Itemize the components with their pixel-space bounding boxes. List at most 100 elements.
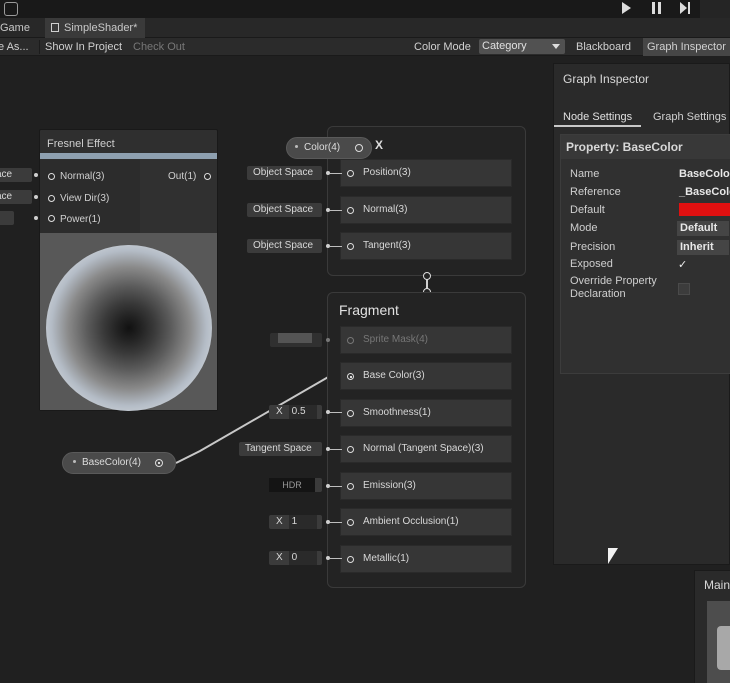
- port-connected-dot: [158, 462, 160, 464]
- metallic-value-input[interactable]: X0: [269, 551, 322, 565]
- x-prefix: X: [276, 552, 283, 563]
- block-position[interactable]: Position(3): [340, 159, 512, 187]
- power-value-input[interactable]: [0, 211, 14, 225]
- block-smoothness[interactable]: Smoothness(1): [340, 399, 512, 427]
- input-port[interactable]: [347, 446, 354, 453]
- normal-tangent-space-input[interactable]: Tangent Space: [239, 442, 322, 456]
- main-preview-panel: Main: [694, 570, 730, 683]
- connector-wire: [330, 412, 342, 413]
- input-port[interactable]: [347, 483, 354, 490]
- block-base-color[interactable]: Base Color(3): [340, 362, 512, 390]
- out-output-label: Out(1): [168, 171, 197, 182]
- power-input-port[interactable]: [48, 215, 55, 222]
- override-declaration-checkbox[interactable]: [678, 283, 690, 295]
- block-metallic[interactable]: Metallic(1): [340, 545, 512, 573]
- connector-dot: [34, 173, 38, 177]
- block-normal-tangent[interactable]: Normal (Tangent Space)(3): [340, 435, 512, 463]
- block-label: Normal(3): [363, 204, 408, 215]
- connector-wire: [330, 246, 342, 247]
- tangent-space-input[interactable]: Object Space: [247, 239, 322, 253]
- block-label: Normal (Tangent Space)(3): [363, 443, 484, 454]
- default-label: Default: [570, 204, 605, 216]
- mode-label: Mode: [570, 222, 598, 234]
- main-preview-viewport[interactable]: [707, 601, 730, 683]
- block-label: Base Color(3): [363, 370, 425, 381]
- hdr-swatch: HDR: [269, 478, 315, 492]
- reference-label: Reference: [570, 186, 621, 198]
- connector-wire: [330, 210, 342, 211]
- input-port[interactable]: [347, 337, 354, 344]
- block-ambient-occlusion[interactable]: Ambient Occlusion(1): [340, 508, 512, 536]
- ambient-occlusion-value-input[interactable]: X1: [269, 515, 322, 529]
- smoothness-value-input[interactable]: X 0.5: [269, 405, 322, 419]
- connector-dot: [34, 216, 38, 220]
- input-port[interactable]: [347, 207, 354, 214]
- viewdir-input-label: View Dir(3): [60, 193, 110, 204]
- pill-output-port[interactable]: [355, 144, 363, 152]
- fragment-context-title: Fragment: [339, 302, 399, 318]
- pill-dot-icon: [73, 460, 76, 463]
- name-field[interactable]: BaseColo: [679, 168, 730, 180]
- input-port[interactable]: [347, 519, 354, 526]
- viewdir-input-port[interactable]: [48, 195, 55, 202]
- block-label: Emission(3): [363, 480, 416, 491]
- exposed-checkbox[interactable]: ✓: [678, 258, 687, 271]
- default-color-field[interactable]: [679, 203, 730, 216]
- block-normal[interactable]: Normal(3): [340, 196, 512, 224]
- input-value: 0: [288, 551, 317, 565]
- mouse-cursor-icon: [608, 548, 618, 564]
- block-tangent[interactable]: Tangent(3): [340, 232, 512, 260]
- reference-field[interactable]: _BaseColo: [679, 186, 730, 198]
- x-prefix: X: [276, 406, 283, 417]
- power-input-label: Power(1): [60, 214, 101, 225]
- input-port[interactable]: [347, 410, 354, 417]
- pill-dot-icon: [295, 145, 298, 148]
- block-label: Smoothness(1): [363, 407, 431, 418]
- block-label: Metallic(1): [363, 553, 410, 564]
- input-port[interactable]: [347, 556, 354, 563]
- normal-space-input[interactable]: Object Space: [247, 203, 322, 217]
- block-label: Ambient Occlusion(1): [363, 516, 459, 527]
- mode-dropdown[interactable]: Default: [677, 221, 729, 236]
- preview-object: [717, 626, 730, 670]
- out-output-port[interactable]: [204, 173, 211, 180]
- pill-label: Color(4): [304, 142, 341, 153]
- connector-wire: [330, 558, 342, 559]
- precision-dropdown[interactable]: Inherit: [677, 240, 729, 255]
- viewdir-space-input[interactable]: ace: [0, 190, 32, 204]
- exposed-label: Exposed: [570, 258, 613, 270]
- stack-connector-port[interactable]: [423, 272, 431, 280]
- tab-graph-settings[interactable]: Graph Settings: [653, 111, 726, 123]
- block-label: Tangent(3): [363, 240, 411, 251]
- precision-label: Precision: [570, 241, 616, 253]
- node-title: Fresnel Effect: [47, 138, 115, 150]
- fresnel-effect-node[interactable]: Fresnel Effect Normal(3) View Dir(3) Pow…: [39, 129, 218, 411]
- vertex-context-title: X: [375, 138, 384, 152]
- input-value: 0.5: [288, 405, 317, 419]
- basecolor-property-pill[interactable]: BaseColor(4): [62, 452, 176, 474]
- main-preview-title: Main: [704, 578, 730, 592]
- color-swatch: [278, 333, 312, 343]
- emission-color-input[interactable]: HDR: [269, 478, 322, 492]
- connector-wire: [330, 449, 342, 450]
- input-port[interactable]: [347, 243, 354, 250]
- node-preview: [40, 233, 217, 411]
- connector-wire: [330, 486, 342, 487]
- connector-wire: [330, 173, 342, 174]
- block-label: Sprite Mask(4): [363, 334, 429, 345]
- block-emission[interactable]: Emission(3): [340, 472, 512, 500]
- fresnel-preview-sphere: [46, 245, 212, 411]
- normal-input-port[interactable]: [48, 173, 55, 180]
- color-property-pill[interactable]: Color(4): [286, 137, 372, 159]
- connector-dot: [326, 338, 330, 342]
- block-sprite-mask[interactable]: Sprite Mask(4): [340, 326, 512, 354]
- tab-node-settings-label: Node Settings: [563, 111, 633, 123]
- sprite-mask-color-input[interactable]: [270, 333, 322, 347]
- input-value: 1: [288, 515, 317, 529]
- position-space-input[interactable]: Object Space: [247, 166, 322, 180]
- port-connected-dot: [350, 376, 352, 378]
- connector-dot: [34, 195, 38, 199]
- name-label: Name: [570, 168, 600, 180]
- normal-space-input[interactable]: ace: [0, 168, 32, 182]
- input-port[interactable]: [347, 170, 354, 177]
